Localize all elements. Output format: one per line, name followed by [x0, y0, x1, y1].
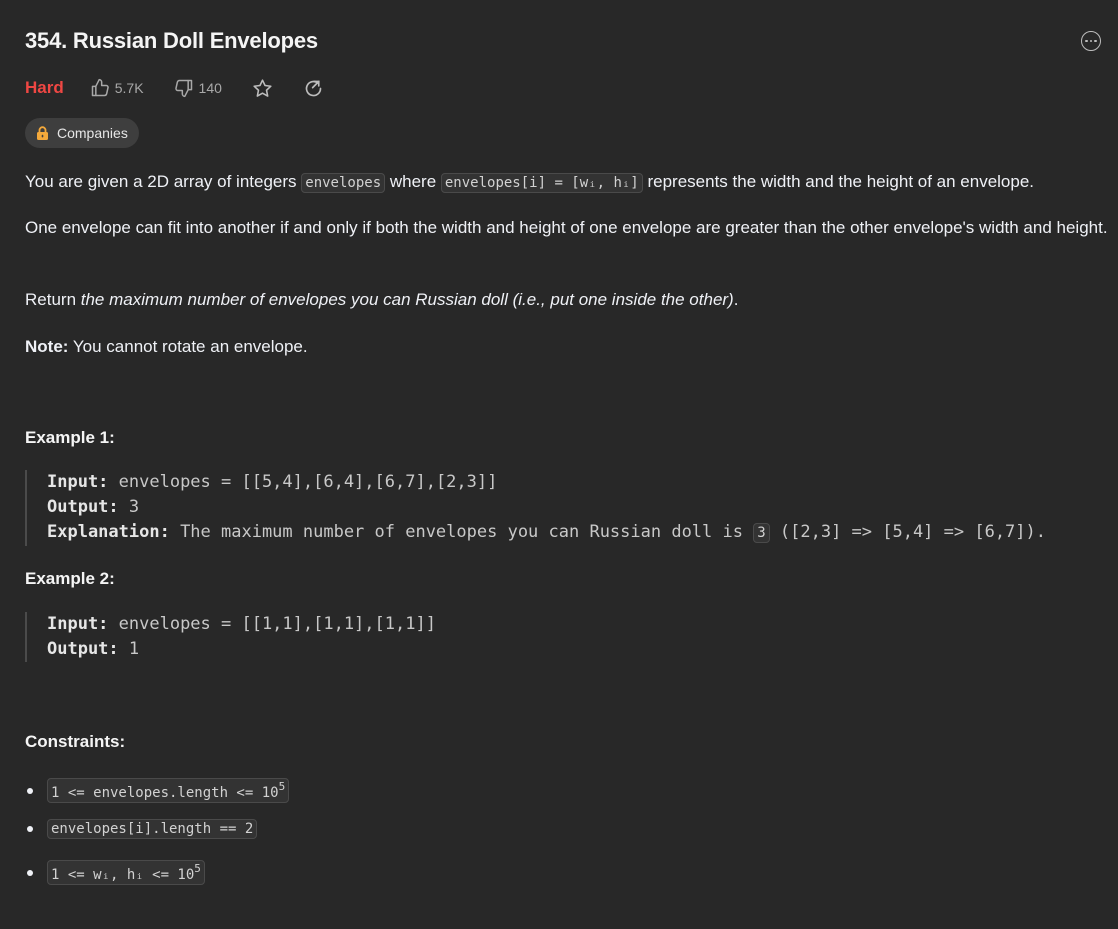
thumbs-up-icon [91, 78, 109, 97]
note-text: You cannot rotate an envelope. [68, 337, 308, 356]
difficulty-badge: Hard [25, 78, 64, 97]
example-output-line: Output: 1 [47, 637, 436, 662]
example-input-line: Input: envelopes = [[5,4],[6,4],[6,7],[2… [47, 470, 1046, 495]
input-label: Input: [47, 614, 109, 634]
inline-code: 1 <= wᵢ, hᵢ <= 105 [47, 860, 205, 885]
bullet [27, 787, 33, 794]
bullet [27, 826, 33, 832]
explanation-text: ([2,3] => [5,4] => [6,7]). [769, 522, 1046, 542]
statement-text: Return [25, 290, 81, 309]
statement-emphasis: the maximum number of envelopes you can … [80, 290, 734, 309]
dislike-count: 140 [198, 80, 222, 96]
statement-text: You are given a 2D array of integers [25, 172, 302, 191]
statement-paragraph: One envelope can fit into another if and… [25, 218, 1108, 237]
dislike-button[interactable]: 140 [174, 78, 222, 98]
output-label: Output: [47, 639, 119, 659]
like-count: 5.7K [114, 80, 144, 96]
constraint-item: 1 <= envelopes.length <= 105 [25, 778, 290, 803]
constraints-title: Constraints: [25, 732, 126, 751]
thumbs-down-icon [174, 79, 192, 98]
constraint-text: 1 <= envelopes.length <= 10 [51, 785, 279, 801]
more-options-icon[interactable] [1081, 31, 1101, 51]
input-label: Input: [47, 472, 109, 492]
input-value: envelopes = [[5,4],[6,4],[6,7],[2,3]] [108, 472, 498, 492]
input-value: envelopes = [[1,1],[1,1],[1,1]] [108, 614, 436, 634]
superscript: 5 [194, 862, 201, 875]
superscript: 5 [278, 780, 286, 793]
inline-code: envelopes[i].length == 2 [47, 819, 258, 839]
companies-label: Companies [57, 125, 128, 141]
example-2-block: Input: envelopes = [[1,1],[1,1],[1,1]] O… [25, 612, 436, 662]
statement-paragraph: Return the maximum number of envelopes y… [25, 287, 738, 313]
star-icon [253, 78, 272, 97]
statement-text: . [733, 290, 739, 309]
problem-meta-row: Hard 5.7K 140 [25, 76, 354, 100]
inline-code: envelopes [301, 173, 386, 193]
example-output-line: Output: 3 [47, 495, 1046, 520]
share-icon [305, 80, 322, 96]
favorite-button[interactable] [252, 78, 273, 99]
explanation-label: Explanation: [47, 522, 170, 542]
example-input-line: Input: envelopes = [[1,1],[1,1],[1,1]] [47, 612, 436, 637]
constraint-text: 1 <= wᵢ, hᵢ <= 10 [51, 867, 195, 883]
share-button[interactable] [303, 78, 324, 99]
output-label: Output: [47, 497, 119, 517]
inline-code: 1 <= envelopes.length <= 105 [47, 778, 290, 803]
inline-code: envelopes[i] = [wᵢ, hᵢ] [440, 173, 643, 193]
statement-text: represents the width and the height of a… [642, 172, 1035, 191]
note-label: Note: [25, 337, 69, 356]
inline-code: 3 [753, 523, 770, 543]
constraint-item: envelopes[i].length == 2 [25, 819, 258, 839]
explanation-text: The maximum number of envelopes you can … [169, 522, 754, 542]
lock-icon [36, 126, 49, 140]
example-explanation-line: Explanation: The maximum number of envel… [47, 520, 1046, 546]
output-value: 3 [118, 497, 140, 517]
problem-description-panel: 354. Russian Doll Envelopes Hard 5.7K 14… [0, 0, 1118, 929]
like-button[interactable]: 5.7K [90, 78, 144, 98]
output-value: 1 [118, 639, 140, 659]
example-1-title: Example 1: [25, 428, 115, 447]
problem-title: 354. Russian Doll Envelopes [25, 28, 318, 53]
companies-tag[interactable]: Companies [25, 118, 139, 148]
note-paragraph: Note: You cannot rotate an envelope. [25, 334, 308, 360]
statement-paragraph: You are given a 2D array of integers env… [25, 169, 1105, 196]
example-1-block: Input: envelopes = [[5,4],[6,4],[6,7],[2… [25, 470, 1046, 546]
statement-text: where [385, 172, 441, 191]
constraint-item: 1 <= wᵢ, hᵢ <= 105 [25, 860, 205, 885]
bullet [27, 869, 33, 876]
example-2-title: Example 2: [25, 569, 115, 588]
